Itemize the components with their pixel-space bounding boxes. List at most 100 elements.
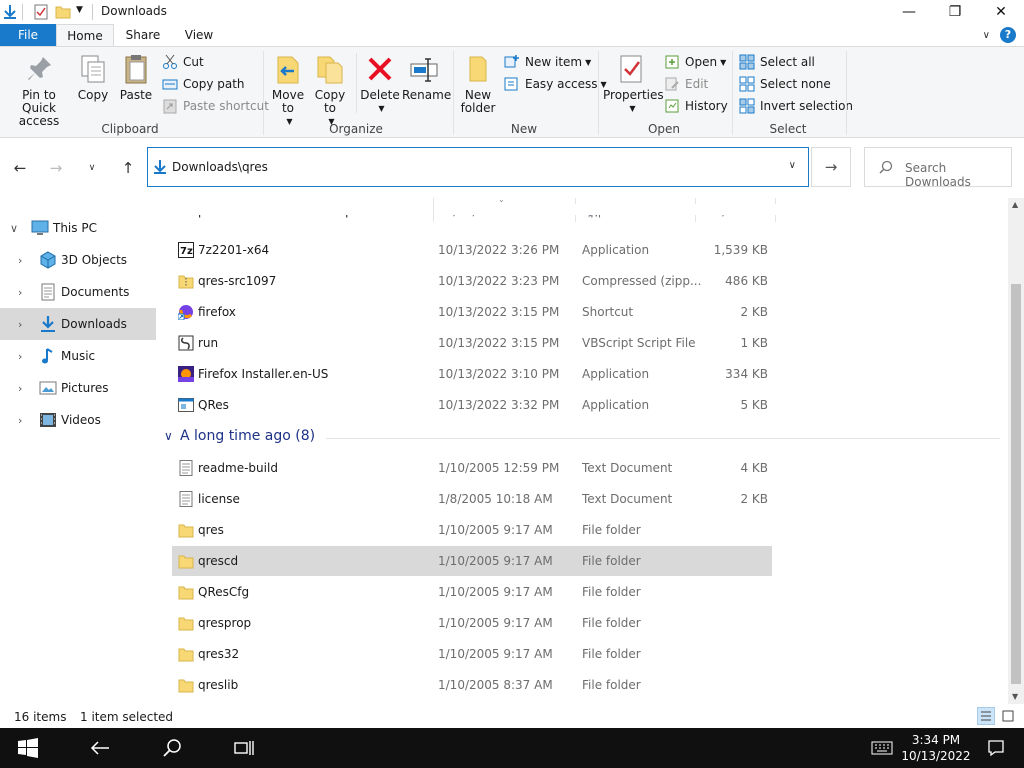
maximize-button[interactable]: ❐ xyxy=(932,0,978,24)
pictures-icon xyxy=(39,379,57,397)
paste-shortcut-icon xyxy=(162,98,178,114)
tab-home[interactable]: Home xyxy=(56,24,114,47)
nav-item-3d-objects[interactable]: › 3D Objects xyxy=(0,244,156,276)
history-button[interactable]: History xyxy=(664,96,728,116)
new-folder-quick-icon[interactable] xyxy=(55,4,71,20)
go-arrow-icon[interactable]: → xyxy=(811,147,851,187)
back-icon[interactable] xyxy=(76,728,124,768)
chevron-right-icon[interactable]: › xyxy=(18,254,22,267)
pin-icon xyxy=(23,53,55,85)
back-arrow-icon[interactable]: ← xyxy=(10,158,30,178)
customize-toolbar-icon[interactable]: ▼ xyxy=(76,5,83,15)
navigation-pane: ∨ This PC › 3D Objects › Documents › Dow… xyxy=(0,198,160,704)
tab-share[interactable]: Share xyxy=(116,24,170,46)
table-row[interactable]: license 1/8/2005 10:18 AM Text Document … xyxy=(172,484,772,514)
table-row[interactable]: qreslib 1/10/2005 8:37 AM File folder xyxy=(172,670,772,700)
paste-shortcut-button[interactable]: Paste shortcut xyxy=(162,96,269,116)
notification-icon[interactable] xyxy=(972,728,1020,768)
zip-folder-icon xyxy=(178,273,194,289)
download-quick-icon[interactable] xyxy=(2,4,18,20)
table-row[interactable]: 7z 7z2201-x64 10/13/2022 3:26 PM Applica… xyxy=(172,235,772,265)
ribbon-separator xyxy=(846,51,847,135)
select-all-icon xyxy=(739,54,755,70)
edit-button[interactable]: Edit xyxy=(664,74,708,94)
copy-button[interactable]: Copy xyxy=(76,53,110,102)
chevron-right-icon[interactable]: › xyxy=(18,318,22,331)
address-bar[interactable]: Downloads\qres ∨ xyxy=(147,147,809,187)
table-row[interactable]: qres-src1097 10/13/2022 3:23 PM Compress… xyxy=(172,266,772,296)
easy-access-button[interactable]: Easy access ▼ xyxy=(504,74,607,94)
table-row[interactable]: run 10/13/2022 3:15 PM VBScript Script F… xyxy=(172,328,772,358)
folder-icon xyxy=(178,584,194,600)
large-icons-view-icon[interactable] xyxy=(999,707,1017,725)
select-all-button[interactable]: Select all xyxy=(739,52,815,72)
search-taskbar-icon[interactable] xyxy=(148,728,196,768)
address-dropdown-icon[interactable]: ∨ xyxy=(789,160,796,171)
paste-button[interactable]: Paste xyxy=(117,53,155,102)
new-folder-button[interactable]: New folder xyxy=(458,53,498,115)
properties-button[interactable]: Properties ▼ xyxy=(603,53,664,115)
copy-path-button[interactable]: Copy path xyxy=(162,74,245,94)
table-row[interactable]: QResCfg 1/10/2005 9:17 AM File folder xyxy=(172,577,772,607)
new-item-button[interactable]: New item ▼ xyxy=(504,52,591,72)
address-path[interactable]: Downloads\qres xyxy=(172,160,268,174)
minimize-button[interactable]: — xyxy=(886,0,932,24)
search-box[interactable]: Search Downloads xyxy=(864,147,1012,189)
copy-path-label: Copy path xyxy=(183,77,245,91)
chevron-down-icon[interactable]: ∨ xyxy=(164,429,173,443)
keyboard-icon[interactable] xyxy=(860,728,904,768)
windows-start-icon[interactable] xyxy=(4,728,52,768)
new-item-dropdown-icon: ▼ xyxy=(585,57,592,67)
tab-file[interactable]: File xyxy=(0,24,56,46)
move-to-button[interactable]: Move to ▼ xyxy=(270,53,306,128)
properties-quick-icon[interactable] xyxy=(33,4,49,20)
easy-access-label: Easy access xyxy=(525,77,598,91)
forward-arrow-icon[interactable]: → xyxy=(46,158,66,178)
table-row-selected[interactable]: qrescd 1/10/2005 9:17 AM File folder xyxy=(172,546,772,576)
table-row[interactable]: QRes 10/13/2022 3:32 PM Application 5 KB xyxy=(172,390,772,420)
copy-to-button[interactable]: Copy to ▼ xyxy=(312,53,348,128)
nav-item-music[interactable]: › Music xyxy=(0,340,156,372)
rename-button[interactable]: Rename xyxy=(402,53,451,102)
nav-item-downloads[interactable]: › Downloads xyxy=(0,308,156,340)
chevron-down-icon[interactable]: ∨ xyxy=(10,222,18,235)
help-icon[interactable]: ? xyxy=(1000,27,1016,43)
scroll-down-icon[interactable]: ▼ xyxy=(1012,692,1018,701)
file-name: qres xyxy=(198,523,224,537)
nav-item-videos[interactable]: › Videos xyxy=(0,404,156,436)
chevron-right-icon[interactable]: › xyxy=(18,414,22,427)
up-arrow-icon[interactable]: ↑ xyxy=(118,158,138,178)
invert-selection-button[interactable]: Invert selection xyxy=(739,96,853,116)
cut-button[interactable]: Cut xyxy=(162,52,204,72)
details-view-icon[interactable] xyxy=(977,707,995,725)
edit-icon xyxy=(664,76,680,92)
open-button[interactable]: Open ▼ xyxy=(664,52,726,72)
table-row[interactable]: qres32 1/10/2005 9:17 AM File folder xyxy=(172,639,772,669)
table-row[interactable]: Firefox Installer.en-US 10/13/2022 3:10 … xyxy=(172,359,772,389)
paste-shortcut-label: Paste shortcut xyxy=(183,99,269,113)
scroll-up-icon[interactable]: ▲ xyxy=(1012,200,1018,209)
select-none-button[interactable]: Select none xyxy=(739,74,831,94)
chevron-right-icon[interactable]: › xyxy=(18,286,22,299)
collapse-ribbon-icon[interactable]: ∨ xyxy=(983,30,990,41)
tab-view[interactable]: View xyxy=(172,24,226,46)
table-row[interactable]: qres 1/10/2005 9:17 AM File folder xyxy=(172,515,772,545)
scrollbar-thumb[interactable] xyxy=(1011,284,1021,684)
table-row[interactable]: readme-build 1/10/2005 12:59 PM Text Doc… xyxy=(172,453,772,483)
table-row[interactable]: qresprop 1/10/2005 9:17 AM File folder xyxy=(172,608,772,638)
delete-button[interactable]: Delete ▼ xyxy=(360,53,400,115)
nav-item-pictures[interactable]: › Pictures xyxy=(0,372,156,404)
group-divider xyxy=(326,438,1000,439)
nav-item-documents[interactable]: › Documents xyxy=(0,276,156,308)
group-header[interactable]: ∨ A long time ago (8) xyxy=(164,428,1000,448)
chevron-right-icon[interactable]: › xyxy=(18,350,22,363)
recent-locations-icon[interactable]: ∨ xyxy=(82,158,102,178)
clock[interactable]: 3:34 PM 10/13/2022 xyxy=(900,732,972,764)
table-row[interactable]: firefox 10/13/2022 3:15 PM Shortcut 2 KB xyxy=(172,297,772,327)
pin-quick-access-button[interactable]: Pin to Quick access xyxy=(4,53,74,128)
task-view-icon[interactable] xyxy=(220,728,268,768)
nav-item-this-pc[interactable]: ∨ This PC xyxy=(0,212,156,244)
chevron-right-icon[interactable]: › xyxy=(18,382,22,395)
close-button[interactable]: ✕ xyxy=(978,0,1024,24)
vertical-scrollbar[interactable]: ▲ ▼ xyxy=(1008,198,1024,704)
